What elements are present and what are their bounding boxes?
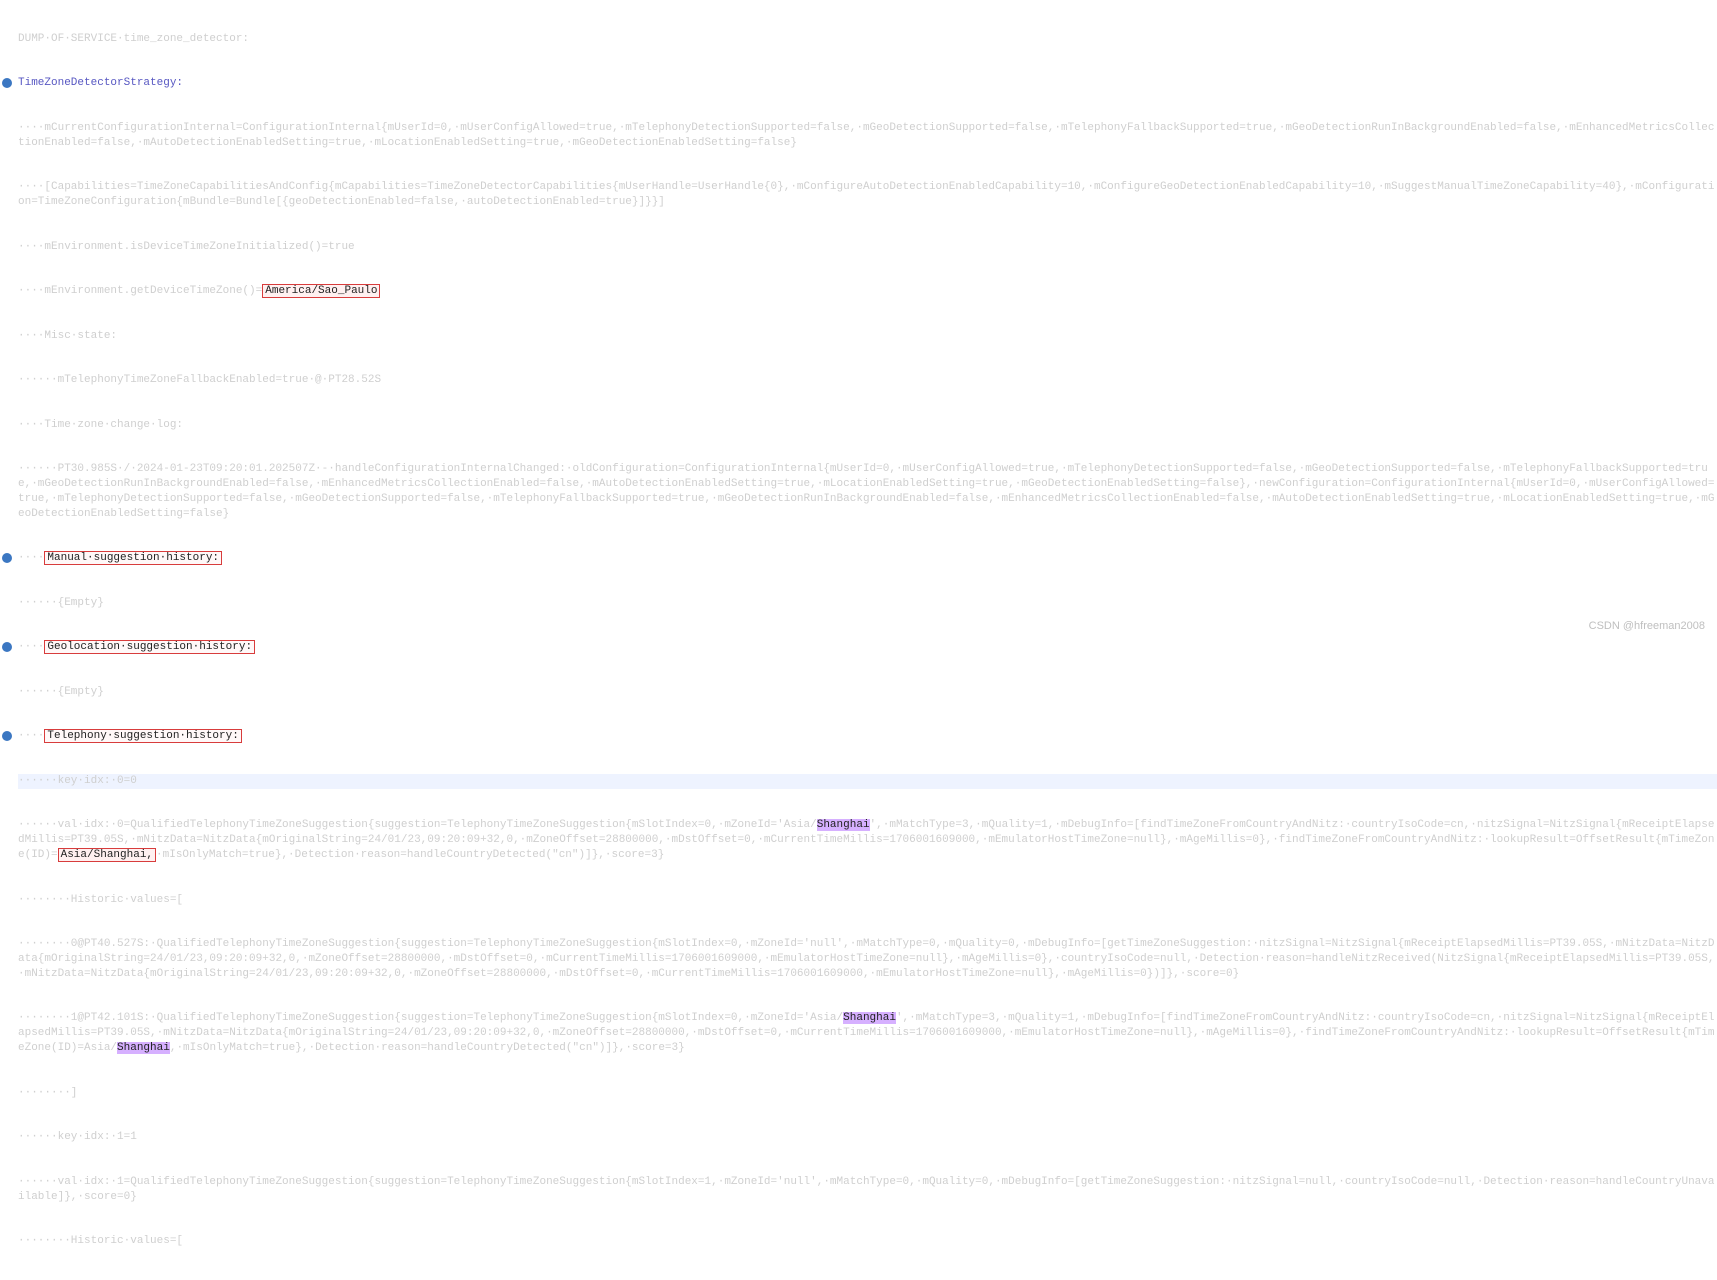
strategy-label: TimeZoneDetectorStrategy: bbox=[18, 77, 183, 89]
manual-history-box: Manual·suggestion·history: bbox=[44, 551, 222, 565]
log-text: ······{Empty} bbox=[18, 597, 104, 609]
breakpoint-icon[interactable] bbox=[2, 553, 12, 563]
geo-history-box: Geolocation·suggestion·history: bbox=[44, 640, 255, 654]
log-line: ······key·idx:·1=1 bbox=[18, 1130, 1717, 1145]
log-text: ····mEnvironment.isDeviceTimeZoneInitial… bbox=[18, 241, 355, 253]
log-line: ········Historic·values=[ bbox=[18, 1234, 1717, 1249]
log-line-selected[interactable]: ······key·idx:·0=0 bbox=[18, 774, 1717, 789]
log-line: ····Telephony·suggestion·history: bbox=[18, 729, 1717, 744]
log-line: ······{Empty} bbox=[18, 596, 1717, 611]
log-line: ····Geolocation·suggestion·history: bbox=[18, 640, 1717, 655]
log-text: ········1@PT42.101S:·QualifiedTelephonyT… bbox=[18, 1012, 843, 1024]
log-line: ········Historic·values=[ bbox=[18, 893, 1717, 908]
log-line: ········] bbox=[18, 1086, 1717, 1101]
breakpoint-icon[interactable] bbox=[2, 642, 12, 652]
log-line: ······val·idx:·1=QualifiedTelephonyTimeZ… bbox=[18, 1175, 1717, 1205]
log-line: ····[Capabilities=TimeZoneCapabilitiesAn… bbox=[18, 180, 1717, 210]
log-line: ········0@PT42.225S:·QualifiedTelephonyT… bbox=[18, 1279, 1717, 1280]
log-line: ······mTelephonyTimeZoneFallbackEnabled=… bbox=[18, 373, 1717, 388]
log-line: ····mCurrentConfigurationInternal=Config… bbox=[18, 121, 1717, 151]
log-text: ····Time·zone·change·log: bbox=[18, 419, 183, 431]
log-text: ····mCurrentConfigurationInternal=Config… bbox=[18, 122, 1714, 149]
log-line: ······PT30.985S·/·2024-01-23T09:20:01.20… bbox=[18, 462, 1717, 521]
log-text: ······mTelephonyTimeZoneFallbackEnabled=… bbox=[18, 374, 381, 386]
shanghai-highlight: Shanghai bbox=[117, 1042, 170, 1054]
log-line: ······val·idx:·0=QualifiedTelephonyTimeZ… bbox=[18, 818, 1717, 863]
device-timezone-box: America/Sao_Paulo bbox=[262, 284, 380, 298]
log-text: ······PT30.985S·/·2024-01-23T09:20:01.20… bbox=[18, 463, 1714, 520]
log-line: ····Misc·state: bbox=[18, 329, 1717, 344]
log-line: ······{Empty} bbox=[18, 685, 1717, 700]
log-text: ······val·idx:·0=QualifiedTelephonyTimeZ… bbox=[18, 819, 817, 831]
log-line: ····Manual·suggestion·history: bbox=[18, 551, 1717, 566]
log-line: ········1@PT42.101S:·QualifiedTelephonyT… bbox=[18, 1011, 1717, 1056]
log-text: ·mIsOnlyMatch=true},·Detection·reason=ha… bbox=[156, 849, 664, 861]
shanghai-highlight: Shanghai bbox=[817, 819, 870, 831]
log-line: TimeZoneDetectorStrategy: bbox=[18, 76, 1717, 91]
log-text: ,·mIsOnlyMatch=true},·Detection·reason=h… bbox=[170, 1042, 685, 1054]
log-text: ······val·idx:·1=QualifiedTelephonyTimeZ… bbox=[18, 1176, 1714, 1203]
log-text: ····mEnvironment.getDeviceTimeZone()= bbox=[18, 285, 262, 297]
log-text: ········Historic·values=[ bbox=[18, 894, 183, 906]
log-line: DUMP·OF·SERVICE·time_zone_detector: bbox=[18, 32, 1717, 47]
log-text: ········] bbox=[18, 1087, 77, 1099]
log-line: ········0@PT40.527S:·QualifiedTelephonyT… bbox=[18, 937, 1717, 982]
log-text: ····Misc·state: bbox=[18, 330, 117, 342]
breakpoint-icon[interactable] bbox=[2, 78, 12, 88]
log-text: ······key·idx:·1=1 bbox=[18, 1131, 137, 1143]
telephony-history-box: Telephony·suggestion·history: bbox=[44, 729, 241, 743]
asia-shanghai-box: Asia/Shanghai, bbox=[58, 848, 156, 862]
log-line: ····Time·zone·change·log: bbox=[18, 418, 1717, 433]
log-text: ······{Empty} bbox=[18, 686, 104, 698]
log-text: ····[Capabilities=TimeZoneCapabilitiesAn… bbox=[18, 181, 1714, 208]
log-line: ····mEnvironment.getDeviceTimeZone()=Ame… bbox=[18, 284, 1717, 299]
log-text: DUMP·OF·SERVICE·time_zone_detector: bbox=[18, 33, 249, 45]
breakpoint-icon[interactable] bbox=[2, 731, 12, 741]
log-text: ········0@PT40.527S:·QualifiedTelephonyT… bbox=[18, 938, 1714, 980]
log-text: ········Historic·values=[ bbox=[18, 1235, 183, 1247]
log-dump: DUMP·OF·SERVICE·time_zone_detector: Time… bbox=[0, 0, 1717, 1280]
shanghai-highlight: Shanghai bbox=[843, 1012, 896, 1024]
log-text: ······key·idx:·0=0 bbox=[18, 775, 137, 787]
log-line: ····mEnvironment.isDeviceTimeZoneInitial… bbox=[18, 240, 1717, 255]
